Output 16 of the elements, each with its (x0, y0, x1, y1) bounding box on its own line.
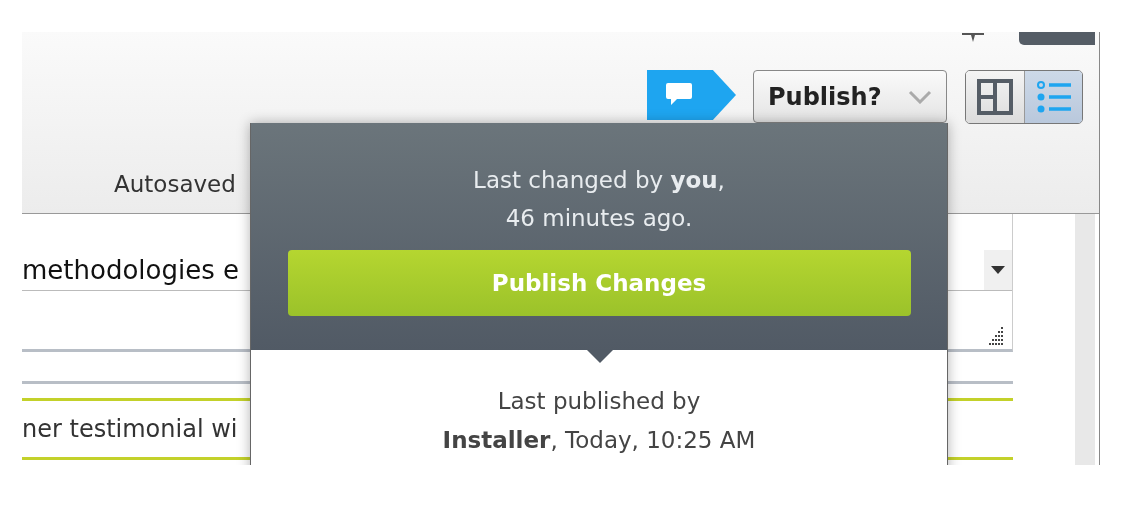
last-changed-text: Last changed by you, 46 minutes ago. (473, 166, 725, 233)
list-icon (1035, 79, 1072, 115)
view-toggle-button[interactable] (1024, 71, 1082, 123)
publish-dropdown[interactable]: Publish? (753, 70, 947, 123)
triangle-down-icon (991, 266, 1005, 274)
last-published-text: Last published by Installer, Today, 10:25 AM (441, 387, 757, 455)
chevron-down-icon (908, 89, 932, 104)
speech-bubble-icon (665, 82, 693, 108)
view-toggle-button[interactable] (966, 71, 1024, 123)
dropdown-arrow-button[interactable] (984, 250, 1012, 290)
resize-grip-icon (986, 327, 1004, 345)
comment-button[interactable] (647, 70, 736, 120)
autosave-status: Autosaved (114, 169, 236, 199)
layout-icon (977, 79, 1013, 115)
pointer-arrow-icon (587, 350, 613, 363)
pin-icon (962, 32, 984, 43)
